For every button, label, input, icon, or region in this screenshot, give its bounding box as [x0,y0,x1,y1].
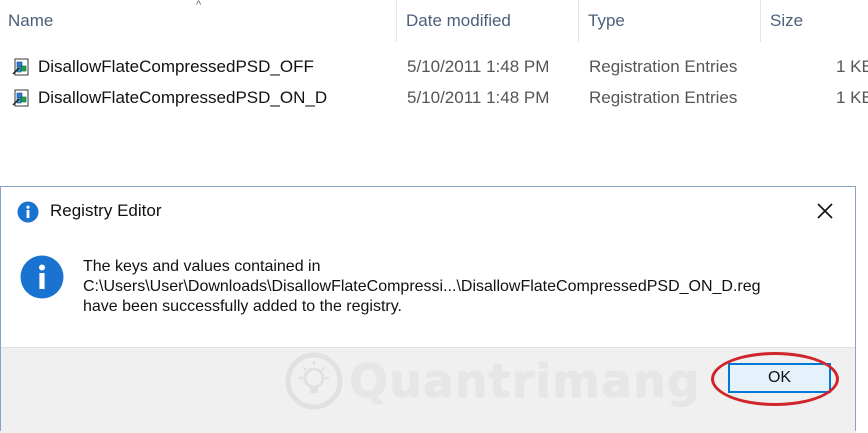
file-name: DisallowFlateCompressedPSD_OFF [38,57,314,76]
column-header-name-label: Name [8,11,54,30]
message-path: C:\Users\User\Downloads\DisallowFlateCom… [83,278,761,295]
close-icon [817,203,833,219]
message-line: The keys and values contained in [83,258,321,275]
column-header-size[interactable]: Size [762,0,868,42]
registry-editor-dialog: Registry Editor The keys and values cont… [0,186,856,433]
column-header-date-modified[interactable]: Date modified [398,0,578,42]
column-header-type[interactable]: Type [580,0,760,42]
dialog-titlebar[interactable]: Registry Editor [1,187,855,235]
file-row[interactable]: DisallowFlateCompressedPSD_ON_D 5/10/201… [0,83,868,113]
column-divider[interactable] [578,0,579,42]
column-header-type-label: Type [588,11,625,30]
info-icon [17,201,39,223]
file-name-cell: DisallowFlateCompressedPSD_ON_D [12,83,392,113]
column-header-name[interactable]: Name [0,0,396,42]
dialog-content: The keys and values contained in C:\User… [1,235,855,347]
file-name-cell: DisallowFlateCompressedPSD_OFF [12,52,392,82]
file-type: Registration Entries [589,57,738,76]
dialog-footer: OK [1,347,855,433]
registry-file-icon [12,58,29,76]
file-explorer-list: ^ Name Date modified Type Size DisallowF… [0,0,868,130]
column-header-size-label: Size [770,11,804,30]
file-name: DisallowFlateCompressedPSD_ON_D [38,88,328,107]
column-divider[interactable] [760,0,761,42]
ok-button[interactable]: OK [728,363,831,393]
file-date-modified: 5/10/2011 1:48 PM [407,57,550,76]
message-line: have been successfully added to the regi… [83,298,402,315]
close-button[interactable] [809,195,841,227]
info-icon [20,255,64,299]
column-header-date-label: Date modified [406,11,511,30]
file-type: Registration Entries [589,88,738,107]
file-date-modified: 5/10/2011 1:48 PM [407,88,550,107]
file-size: 1 KB [836,57,868,76]
registry-file-icon [12,89,29,107]
dialog-title: Registry Editor [50,201,162,220]
file-row[interactable]: DisallowFlateCompressedPSD_OFF 5/10/2011… [0,52,868,82]
column-divider[interactable] [396,0,397,42]
dialog-message: The keys and values contained in C:\User… [83,257,761,317]
file-size: 1 KB [836,88,868,107]
